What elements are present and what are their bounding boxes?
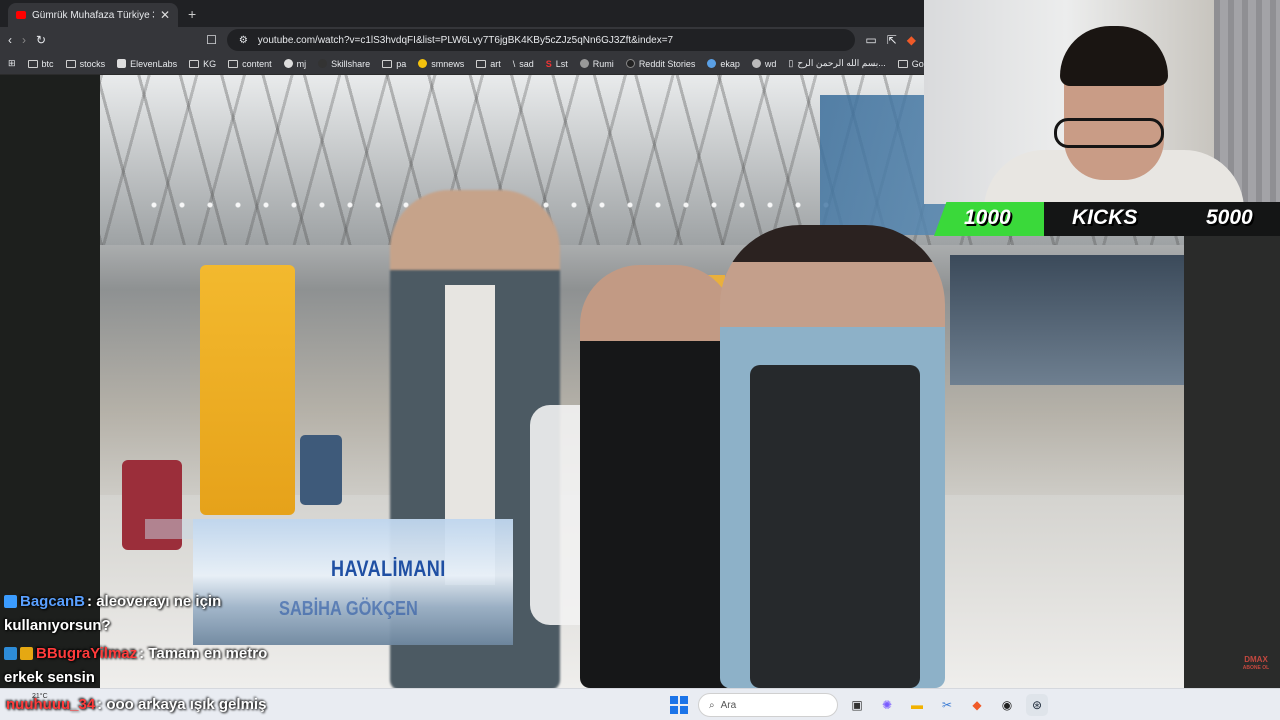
skillshare-icon — [318, 59, 328, 68]
watermark-line1: DMAX — [1244, 655, 1268, 664]
shop-fronts — [950, 255, 1185, 385]
bookmarks-bar: ⊞ btc stocks ElevenLabs KG content mj Sk… — [0, 53, 924, 75]
watermark-line2: ABONE OL — [1242, 665, 1270, 671]
streamer-hair — [1060, 26, 1168, 86]
bookmark-art[interactable]: art — [476, 59, 501, 69]
cube-badge-icon — [4, 595, 17, 608]
chat-message: BagcanB: aleoverayı ne için kullanıyorsu… — [4, 590, 304, 638]
crown-badge-icon — [20, 647, 33, 660]
brave-browser-icon[interactable]: ◆ — [966, 694, 988, 716]
lower-third-title: HAVALİMANI — [331, 556, 446, 581]
bookmark-lst[interactable]: S Lst — [546, 59, 568, 69]
s-logo-icon: S — [545, 58, 552, 69]
file-explorer-icon[interactable]: ▬ — [906, 694, 928, 716]
bookmark-kg[interactable]: KG — [189, 59, 216, 69]
webcam-overlay — [924, 0, 1280, 204]
chat-username: nuuhuuu_34 — [6, 696, 96, 713]
tab-title: Gümrük Muhafaza Türkiye 36 — [32, 9, 154, 21]
bookmark-google[interactable]: Google — [897, 59, 924, 69]
bookmark-sad[interactable]: \ sad — [513, 59, 534, 69]
moderator-badge-icon — [4, 647, 17, 660]
streamer-glasses — [1054, 118, 1164, 148]
chat-username: BagcanB — [20, 593, 86, 610]
person-woman-black-hijab — [580, 265, 735, 688]
black-vest — [750, 365, 920, 688]
folder-icon — [65, 59, 76, 68]
slash-icon: \ — [512, 58, 516, 69]
obs-icon[interactable]: ◉ — [996, 694, 1018, 716]
youtube-icon — [16, 11, 26, 19]
bookmark-arabic[interactable]: ▯ بسم الله الرحمن الرح... — [788, 58, 885, 69]
bookmark-ekap[interactable]: ekap — [707, 59, 740, 69]
channel-watermark: DMAX ABONE OL — [1240, 655, 1272, 673]
page-icon: ▯ — [788, 58, 794, 68]
bookmark-btc[interactable]: btc — [27, 59, 54, 69]
chat-overlay: BagcanB: aleoverayı ne için kullanıyorsu… — [4, 590, 304, 694]
new-tab-button[interactable]: + — [188, 6, 196, 22]
kicks-goal: 5000 — [1206, 206, 1253, 229]
kicks-current: 1000 — [964, 206, 1011, 229]
close-tab-icon[interactable]: ✕ — [160, 8, 170, 22]
bookmark-elevenlabs[interactable]: ElevenLabs — [117, 59, 177, 69]
copilot-icon[interactable]: ✺ — [876, 694, 898, 716]
bookmark-content[interactable]: content — [228, 59, 272, 69]
browser-tabbar: Gümrük Muhafaza Türkiye 36 ✕ + — [0, 0, 924, 27]
browser-tab[interactable]: Gümrük Muhafaza Türkiye 36 ✕ — [8, 3, 178, 27]
kicks-label: KICKS — [1072, 206, 1138, 229]
rumi-icon — [579, 59, 589, 68]
start-button[interactable] — [668, 694, 690, 716]
folder-icon — [228, 59, 239, 68]
lower-third-stripe — [145, 519, 193, 539]
chat-message-latest: nuuhuuu_34: ooo arkaya ışık gelmiş — [6, 696, 266, 713]
blue-suitcase — [300, 435, 342, 505]
forward-icon[interactable]: › — [22, 33, 26, 47]
chat-username: BBugraYilmaz — [36, 645, 138, 662]
smiley-icon — [418, 59, 428, 68]
yellow-kiosk — [200, 265, 295, 515]
chat-text: : ooo arkaya ışık gelmiş — [97, 696, 267, 713]
folder-icon — [189, 59, 200, 68]
chat-message: BBugraYilmaz: Tamam en metro erkek sensi… — [4, 642, 304, 690]
share-icon[interactable]: ⇱ — [887, 33, 897, 47]
address-bar-row: ‹ › ↻ ☐ ⚙ youtube.com/watch?v=c1lS3hvdqF… — [0, 27, 924, 53]
wd-icon — [751, 59, 761, 68]
bookmark-mj[interactable]: mj — [283, 59, 306, 69]
screen: Gümrük Muhafaza Türkiye 36 ✕ + ‹ › ↻ ☐ ⚙… — [0, 0, 1280, 720]
steam-icon[interactable]: ⊛ — [1026, 694, 1048, 716]
snipping-tool-icon[interactable]: ✂ — [936, 694, 958, 716]
bookmark-rumi[interactable]: Rumi — [579, 59, 614, 69]
bookmark-skillshare[interactable]: Skillshare — [318, 59, 370, 69]
elevenlabs-icon — [117, 59, 127, 68]
bookmark-reddit-stories[interactable]: Reddit Stories — [625, 59, 695, 69]
search-placeholder: Ara — [720, 699, 737, 711]
kicks-goal-bar: 1000 KICKS 5000 — [934, 202, 1280, 236]
apps-grid-icon[interactable]: ⊞ — [8, 58, 16, 69]
folder-icon — [897, 59, 908, 68]
reddit-stories-icon — [625, 59, 635, 68]
folder-icon — [382, 59, 393, 68]
taskbar-search[interactable]: ⌕ Ara — [698, 693, 838, 717]
folder-icon — [27, 59, 38, 68]
bookmark-smnews[interactable]: smnews — [418, 59, 464, 69]
search-icon: ⌕ — [709, 699, 715, 711]
site-info-icon[interactable]: ⚙ — [239, 35, 248, 46]
reload-icon[interactable]: ↻ — [36, 33, 46, 47]
bookmark-page-icon[interactable]: ☐ — [206, 33, 217, 47]
windows-logo-icon — [670, 696, 688, 714]
taskbar-icons: ⌕ Ara ▣ ✺ ▬ ✂ ◆ ◉ ⊛ — [668, 693, 1048, 717]
cast-icon[interactable]: ▭ — [865, 33, 876, 47]
back-icon[interactable]: ‹ — [8, 33, 12, 47]
bookmark-pa[interactable]: pa — [382, 59, 406, 69]
bookmark-wd[interactable]: wd — [751, 59, 776, 69]
folder-icon — [476, 59, 487, 68]
url-field[interactable]: ⚙ youtube.com/watch?v=c1lS3hvdqFI&list=P… — [226, 29, 856, 51]
url-text: youtube.com/watch?v=c1lS3hvdqFI&list=PLW… — [257, 34, 674, 46]
brave-shield-icon[interactable]: ◆ — [907, 33, 916, 47]
ekap-icon — [707, 59, 717, 68]
github-icon — [283, 59, 293, 68]
task-view-icon[interactable]: ▣ — [846, 694, 868, 716]
bookmark-stocks[interactable]: stocks — [65, 59, 105, 69]
